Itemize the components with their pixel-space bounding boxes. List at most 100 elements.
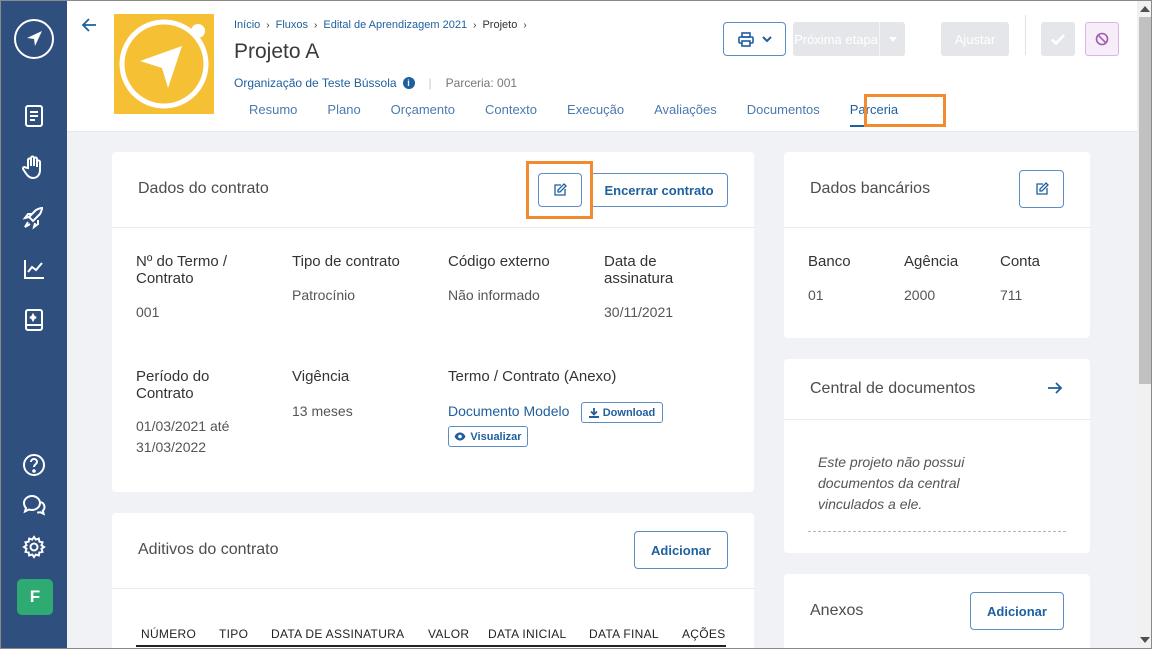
tab-plano[interactable]: Plano [327, 102, 360, 127]
scroll-up-arrow[interactable] [1140, 6, 1150, 12]
dashed-divider [808, 531, 1066, 532]
scroll-down-arrow[interactable] [1140, 637, 1150, 643]
documents-card-title: Central de documentos [810, 380, 976, 397]
bank-card: Dados bancários Banco 01 Agência 2000 Co… [784, 152, 1090, 338]
divider [112, 588, 754, 589]
separator: | [428, 76, 432, 90]
column-header-numero: NÚMERO [141, 627, 197, 641]
agency-value: 2000 [904, 287, 936, 303]
breadcrumb: Início › Fluxos › Edital de Aprendizagem… [234, 19, 527, 31]
edit-icon [1035, 182, 1049, 195]
view-button[interactable]: Visualizar [448, 426, 528, 447]
contract-period-label: Período do Contrato [136, 368, 210, 402]
tab-avaliacoes[interactable]: Avaliações [654, 102, 717, 127]
breadcrumb-fluxos[interactable]: Fluxos [276, 19, 308, 31]
partnership-number: Parceria: 001 [445, 76, 518, 90]
next-step-button[interactable]: Próxima etapa [793, 22, 905, 56]
divider [112, 227, 754, 228]
tab-execucao[interactable]: Execução [567, 102, 624, 127]
signature-date-label: Data de assinatura [604, 253, 674, 287]
scroll-thumb[interactable] [1139, 17, 1151, 384]
notebook-icon[interactable] [20, 306, 48, 334]
sidebar: F [1, 1, 67, 648]
scrollbar[interactable] [1137, 1, 1151, 648]
help-icon[interactable] [20, 451, 48, 479]
check-icon [1051, 33, 1065, 45]
arrow-right-icon[interactable] [1046, 379, 1066, 399]
document-link[interactable]: Documento Modelo [448, 403, 569, 419]
view-label: Visualizar [470, 430, 522, 443]
project-header: Início › Fluxos › Edital de Aprendizagem… [67, 1, 1137, 132]
hand-heart-icon[interactable] [20, 153, 48, 181]
download-button[interactable]: Download [581, 402, 663, 423]
contract-period-value: 01/03/2021 até 31/03/2022 [136, 418, 230, 455]
chat-icon[interactable] [20, 491, 48, 519]
organization-link[interactable]: Organização de Teste Bússola [234, 76, 397, 90]
chevron-right-icon: › [473, 19, 477, 31]
user-avatar[interactable]: F [17, 579, 53, 615]
tab-orcamento[interactable]: Orçamento [391, 102, 455, 127]
chevron-right-icon: › [523, 19, 527, 31]
column-header-data-inicial: DATA INICIAL [488, 627, 567, 641]
bussola-logo-icon[interactable] [14, 19, 54, 59]
contract-type-value: Patrocínio [292, 287, 356, 303]
printer-icon [737, 31, 754, 47]
settings-icon[interactable] [20, 533, 48, 561]
page-title: Projeto A [234, 40, 320, 63]
tab-highlight-box [864, 94, 946, 127]
info-icon[interactable]: i [402, 77, 415, 89]
column-header-data-final: DATA FINAL [589, 627, 659, 641]
document-icon[interactable] [20, 102, 48, 130]
documents-card: Central de documentos Este projeto não p… [784, 359, 1090, 553]
divider [784, 227, 1090, 228]
bank-value: 01 [808, 287, 824, 303]
term-value: 001 [136, 304, 160, 320]
app-window: F Início › Fluxos › Edital de Aprendizag… [0, 0, 1152, 649]
end-contract-button[interactable]: Encerrar contrato [590, 173, 728, 207]
organization-line: Organização de Teste Bússola i | Parceri… [234, 76, 517, 90]
chart-line-icon[interactable] [20, 255, 48, 283]
edit-bank-button[interactable] [1019, 170, 1064, 208]
column-header-tipo: TIPO [219, 627, 249, 641]
divider [784, 419, 1090, 420]
edit-highlight-box [526, 161, 593, 219]
column-header-valor: VALOR [428, 627, 470, 641]
eye-icon [454, 432, 466, 441]
adjust-button[interactable]: Ajustar [941, 22, 1009, 56]
print-button[interactable] [723, 22, 786, 56]
amendments-card-title: Aditivos do contrato [138, 541, 279, 558]
project-image [114, 14, 214, 114]
documents-empty-message: Este projeto não possui documentos da ce… [818, 454, 965, 512]
back-arrow-icon[interactable] [80, 15, 100, 35]
external-code-value: Não informado [448, 287, 540, 303]
block-button[interactable] [1085, 22, 1119, 56]
ban-icon [1095, 32, 1109, 46]
contract-type-label: Tipo de contrato [292, 253, 400, 270]
table-header-line [136, 645, 726, 647]
breadcrumb-projeto[interactable]: Projeto [482, 19, 517, 31]
chevron-down-icon[interactable] [879, 22, 905, 56]
term-label: Nº do Termo / Contrato [136, 253, 228, 287]
chevron-down-icon [761, 35, 772, 42]
breadcrumb-inicio[interactable]: Início [234, 19, 260, 31]
add-attachment-button[interactable]: Adicionar [970, 592, 1064, 630]
tab-documentos[interactable]: Documentos [747, 102, 820, 127]
download-label: Download [602, 406, 656, 419]
chevron-right-icon: › [314, 19, 318, 31]
tab-resumo[interactable]: Resumo [249, 102, 297, 127]
chevron-right-icon: › [266, 19, 270, 31]
divider [1025, 15, 1026, 55]
tab-contexto[interactable]: Contexto [485, 102, 537, 127]
validity-label: Vigência [292, 368, 350, 385]
breadcrumb-edital[interactable]: Edital de Aprendizagem 2021 [323, 19, 467, 31]
rocket-icon[interactable] [20, 204, 48, 232]
column-header-data-assinatura: DATA DE ASSINATURA [271, 627, 405, 641]
approve-button[interactable] [1041, 22, 1075, 56]
account-label: Conta [1000, 253, 1041, 270]
attachments-card-title: Anexos [810, 602, 864, 619]
attachment-label: Termo / Contrato (Anexo) [448, 368, 617, 385]
contract-card: Dados do contrato Encerrar contrato Nº d… [112, 152, 754, 492]
add-amendment-button[interactable]: Adicionar [634, 531, 728, 569]
external-code-label: Código externo [448, 253, 550, 270]
bank-card-title: Dados bancários [810, 180, 931, 197]
